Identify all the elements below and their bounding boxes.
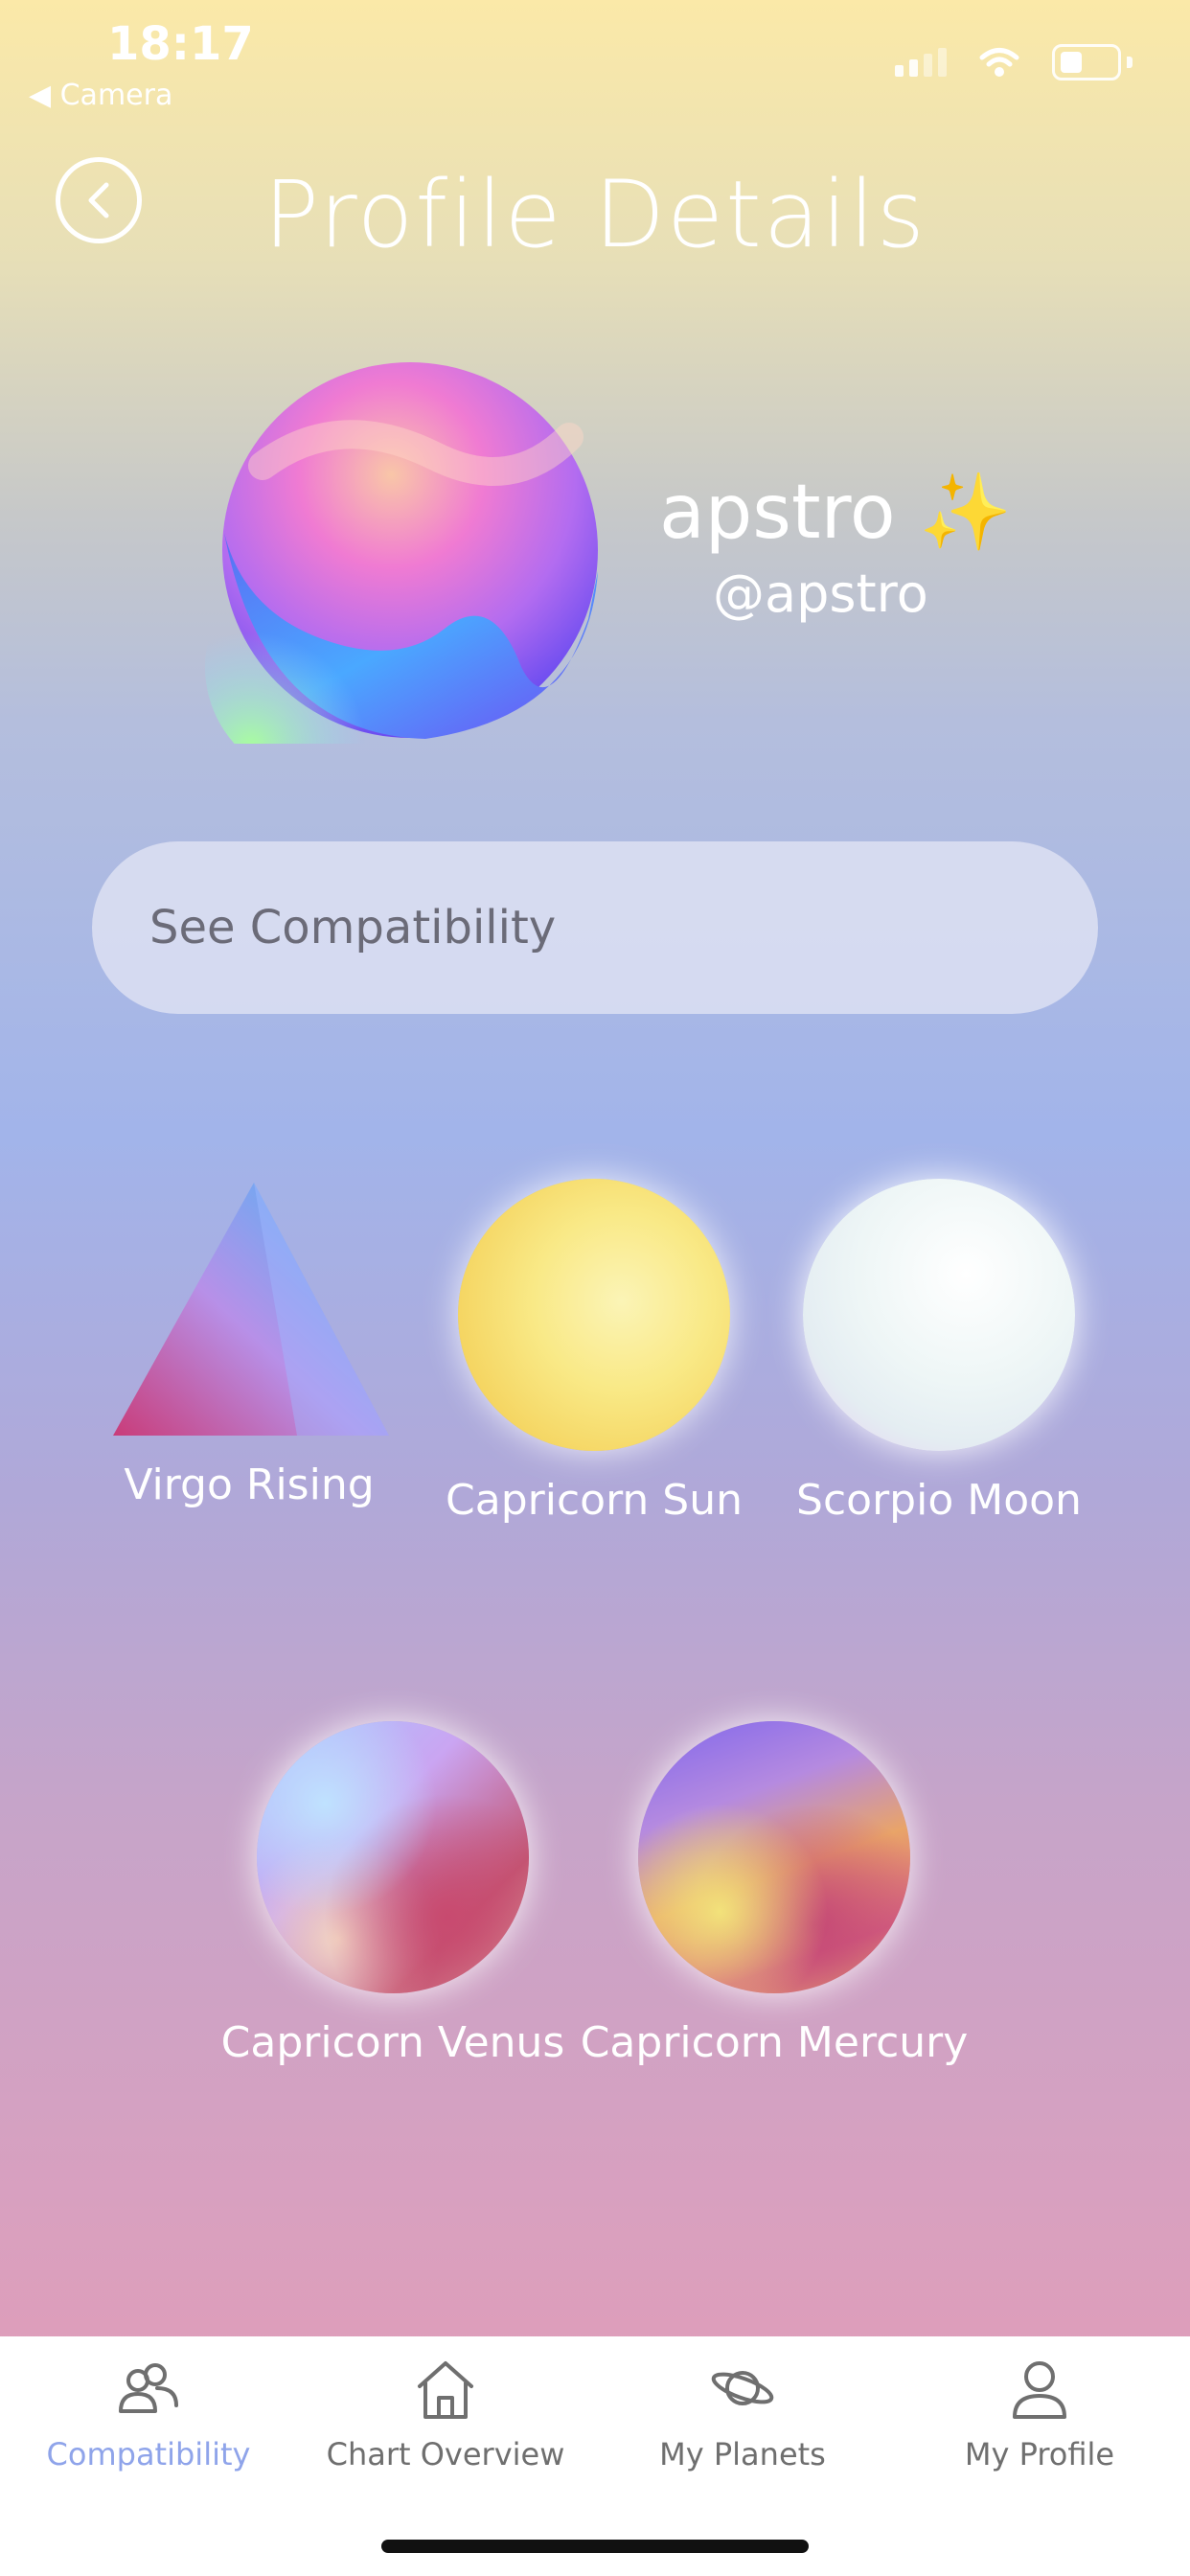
- tab-chart-overview[interactable]: Chart Overview: [297, 2336, 594, 2509]
- home-icon: [418, 2361, 473, 2419]
- page-title: Profile Details: [263, 161, 927, 268]
- placement-capricorn-mercury[interactable]: Capricorn Mercury: [573, 1721, 975, 2067]
- tab-compatibility[interactable]: Compatibility: [0, 2336, 297, 2509]
- mercury-orb-icon: [638, 1721, 910, 1993]
- signal-icon: [895, 48, 947, 77]
- placement-virgo-rising[interactable]: Virgo Rising: [96, 1179, 402, 1509]
- back-to-app-link[interactable]: ◀ Camera: [29, 79, 172, 112]
- triangle-placement-icon: [113, 1183, 389, 1436]
- planet-icon: [711, 2371, 774, 2405]
- placement-scorpio-moon[interactable]: Scorpio Moon: [786, 1179, 1092, 1525]
- tab-label: Chart Overview: [326, 2436, 565, 2472]
- user-icon: [1013, 2361, 1066, 2419]
- moon-orb-icon: [803, 1179, 1075, 1451]
- tab-label: My Planets: [659, 2436, 826, 2472]
- sun-orb-icon: [458, 1179, 730, 1451]
- venus-orb-icon: [257, 1721, 529, 1993]
- battery-tip: [1127, 57, 1133, 68]
- avatar: [205, 351, 611, 782]
- see-compatibility-label: See Compatibility: [149, 901, 557, 954]
- placement-label: Virgo Rising: [124, 1460, 375, 1509]
- home-indicator: [381, 2540, 809, 2553]
- status-indicators: [895, 44, 1133, 80]
- placement-label: Capricorn Venus: [220, 2018, 565, 2067]
- battery-icon: [1052, 44, 1121, 80]
- display-name: apstro ✨: [659, 470, 1013, 556]
- placement-capricorn-sun[interactable]: Capricorn Sun: [441, 1179, 747, 1525]
- username-handle: @apstro: [713, 564, 928, 624]
- wifi-icon: [979, 48, 1019, 77]
- users-icon: [119, 2363, 178, 2413]
- placement-label: Capricorn Mercury: [580, 2018, 969, 2067]
- placement-capricorn-venus[interactable]: Capricorn Venus: [211, 1721, 575, 2067]
- placement-label: Capricorn Sun: [446, 1476, 743, 1525]
- tab-label: My Profile: [964, 2436, 1115, 2472]
- tab-label: Compatibility: [46, 2436, 251, 2472]
- status-time: 18:17: [107, 17, 254, 71]
- see-compatibility-button[interactable]: See Compatibility: [92, 841, 1098, 1014]
- tab-my-profile[interactable]: My Profile: [891, 2336, 1188, 2509]
- tab-my-planets[interactable]: My Planets: [594, 2336, 891, 2509]
- placement-label: Scorpio Moon: [796, 1476, 1082, 1525]
